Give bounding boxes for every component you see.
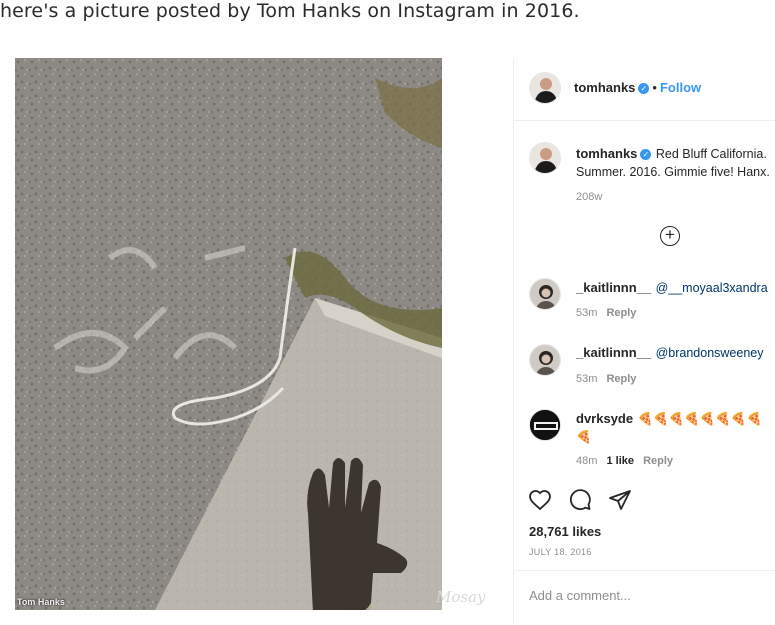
like-count[interactable]: 28,761 likes bbox=[529, 524, 601, 539]
comment-age: 53m bbox=[576, 373, 598, 385]
comment-age: 53m bbox=[576, 307, 598, 319]
reply-button[interactable]: Reply bbox=[606, 307, 636, 319]
comment-meta: 48m 1 like Reply bbox=[576, 455, 673, 467]
avatar[interactable] bbox=[529, 409, 561, 441]
avatar-image bbox=[530, 143, 560, 173]
post-header: tomhanks ✓ • Follow bbox=[514, 58, 775, 121]
description-username[interactable]: tomhanks bbox=[576, 146, 637, 161]
comment-age: 48m bbox=[576, 455, 598, 467]
comment-body: _kaitlinnn__ @__moyaal3xandra bbox=[576, 279, 768, 297]
avatar[interactable] bbox=[529, 278, 561, 310]
share-icon[interactable] bbox=[608, 488, 632, 512]
comment-like-count[interactable]: 1 like bbox=[606, 455, 634, 467]
photo-scene bbox=[15, 58, 442, 610]
description-age: 208w bbox=[576, 191, 603, 203]
comment-username[interactable]: dvrksyde bbox=[576, 411, 633, 426]
comment-mention-link[interactable]: @__moyaal3xandra bbox=[656, 281, 768, 295]
instagram-panel: tomhanks ✓ • Follow tomhanks ✓ Red Bluff Cal… bbox=[513, 58, 775, 624]
comment-meta: 53m Reply bbox=[576, 307, 636, 319]
avatar[interactable] bbox=[529, 142, 561, 174]
avatar-image bbox=[530, 410, 560, 440]
post-date: JULY 18, 2016 bbox=[529, 547, 592, 557]
avatar-image bbox=[530, 345, 560, 375]
action-bar bbox=[528, 488, 632, 512]
post-description: tomhanks ✓ Red Bluff California. Summer. … bbox=[576, 145, 775, 181]
avatar[interactable] bbox=[529, 72, 561, 104]
post-author-username[interactable]: tomhanks bbox=[574, 80, 635, 95]
photo-credit: Tom Hanks bbox=[17, 597, 65, 607]
comment-body: _kaitlinnn__ @brandonsweeney bbox=[576, 344, 764, 362]
article-caption: here's a picture posted by Tom Hanks on … bbox=[0, 0, 580, 22]
comment-meta: 53m Reply bbox=[576, 373, 636, 385]
description-line1: Red Bluff California. bbox=[655, 147, 767, 161]
avatar-image bbox=[530, 279, 560, 309]
reply-button[interactable]: Reply bbox=[643, 455, 673, 467]
add-comment-bar: Add a comment... bbox=[514, 570, 775, 625]
follow-button[interactable]: Follow bbox=[660, 80, 701, 95]
verified-badge-icon: ✓ bbox=[640, 149, 652, 160]
comment-body: dvrksyde 🍕🍕🍕🍕🍕🍕🍕🍕🍕 bbox=[576, 410, 772, 446]
comment-icon[interactable] bbox=[568, 488, 592, 512]
plus-circle-icon[interactable]: + bbox=[660, 226, 680, 246]
post-photo: Tom Hanks bbox=[15, 58, 442, 610]
heart-icon[interactable] bbox=[528, 488, 552, 512]
separator-dot: • bbox=[652, 80, 657, 95]
reply-button[interactable]: Reply bbox=[606, 373, 636, 385]
comment-username[interactable]: _kaitlinnn__ bbox=[576, 280, 651, 295]
add-comment-input[interactable]: Add a comment... bbox=[529, 588, 631, 603]
verified-badge-icon: ✓ bbox=[638, 83, 650, 94]
avatar[interactable] bbox=[529, 344, 561, 376]
watermark: Mosay bbox=[436, 588, 486, 606]
comment-username[interactable]: _kaitlinnn__ bbox=[576, 345, 651, 360]
description-line2: Summer. 2016. Gimmie five! Hanx. bbox=[576, 165, 770, 179]
avatar-image bbox=[530, 73, 560, 103]
comment-mention-link[interactable]: @brandonsweeney bbox=[656, 346, 764, 360]
